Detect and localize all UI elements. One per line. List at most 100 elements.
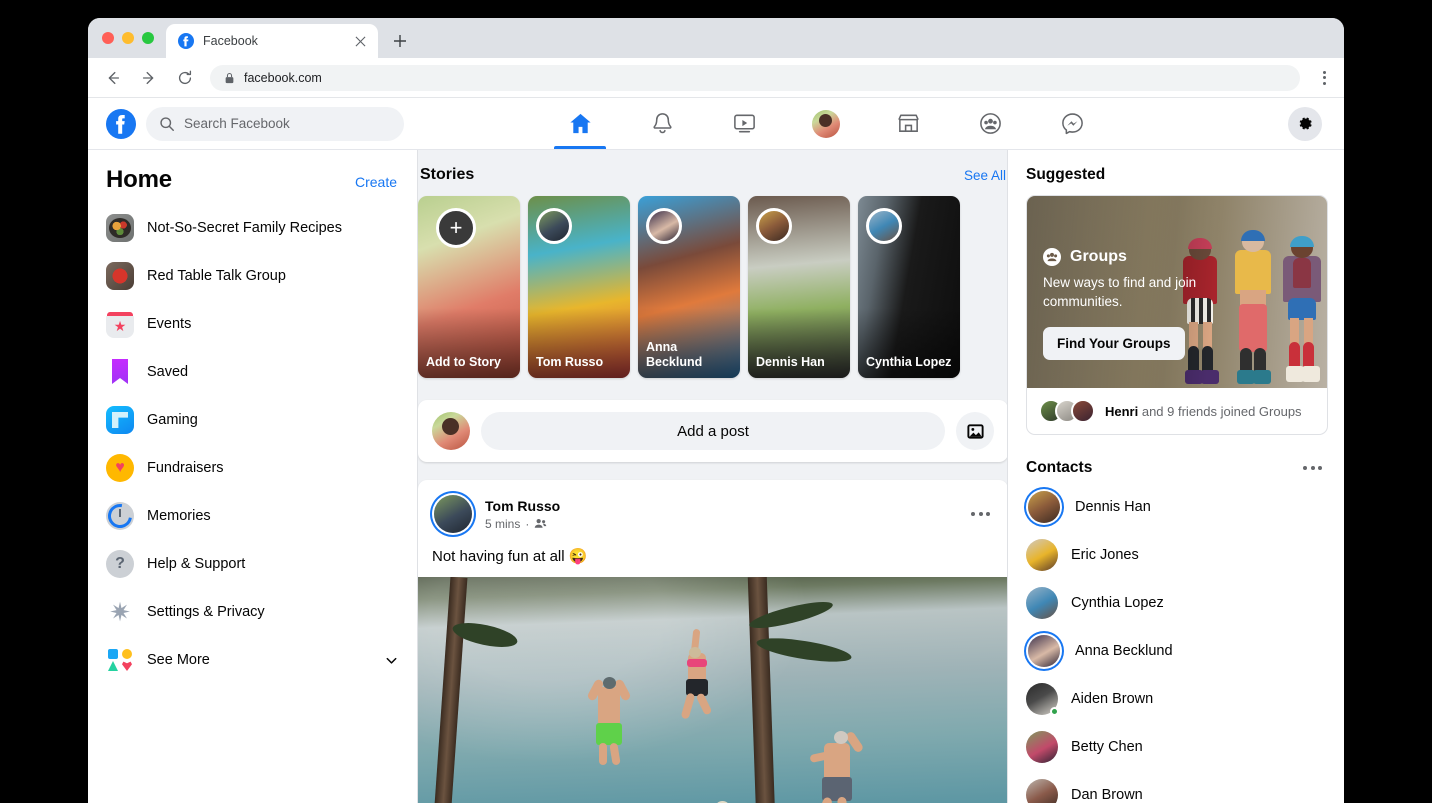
group-photo-icon	[106, 214, 134, 242]
post-image[interactable]	[418, 577, 1007, 803]
contact-name: Cynthia Lopez	[1071, 595, 1164, 611]
groups-description: New ways to find and join communities.	[1043, 273, 1207, 311]
sidebar-item-gaming[interactable]: Gaming	[106, 396, 401, 444]
groups-icon	[978, 111, 1003, 136]
lock-icon	[224, 72, 235, 84]
post-author[interactable]: Tom Russo	[485, 497, 960, 515]
story-avatar	[756, 208, 792, 244]
browser-toolbar: facebook.com	[88, 58, 1344, 98]
nav-tab-home[interactable]	[551, 98, 609, 149]
minimize-window-button[interactable]	[122, 32, 134, 44]
sidebar-item-label: Red Table Talk Group	[147, 268, 401, 284]
story-card-anna-becklund[interactable]: Anna Becklund	[638, 196, 740, 378]
chevron-down-icon[interactable]	[381, 653, 401, 668]
story-card-add-to-story[interactable]: + Add to Story	[418, 196, 520, 378]
sidebar-item-events[interactable]: Events	[106, 300, 401, 348]
contact-row[interactable]: Dan Brown	[1026, 771, 1328, 803]
sidebar-header: Home Create	[106, 166, 401, 194]
nav-tab-profile[interactable]	[797, 98, 855, 149]
nav-tab-messenger[interactable]	[1043, 98, 1101, 149]
facebook-logo-icon[interactable]	[106, 109, 136, 139]
contacts-title: Contacts	[1026, 459, 1092, 477]
story-card-dennis-han[interactable]: Dennis Han	[748, 196, 850, 378]
post-separator: ·	[525, 516, 529, 532]
forward-arrow-icon[interactable]	[138, 67, 160, 89]
maximize-window-button[interactable]	[142, 32, 154, 44]
nav-tab-notifications[interactable]	[633, 98, 691, 149]
contacts-header: Contacts	[1026, 459, 1328, 477]
address-bar-text: facebook.com	[244, 71, 322, 85]
address-bar[interactable]: facebook.com	[210, 65, 1300, 91]
sidebar-item-settings-privacy[interactable]: Settings & Privacy	[106, 588, 401, 636]
new-tab-button[interactable]	[386, 27, 414, 55]
bookmark-icon	[106, 358, 134, 386]
sidebar-item-recipes[interactable]: Not-So-Secret Family Recipes	[106, 204, 401, 252]
nav-tab-marketplace[interactable]	[879, 98, 937, 149]
shapes-icon	[106, 646, 134, 674]
add-story-plus-icon[interactable]: +	[436, 208, 476, 248]
story-card-cynthia-lopez[interactable]: Cynthia Lopez	[858, 196, 960, 378]
contact-name: Dennis Han	[1075, 499, 1151, 515]
post-composer: Add a post	[418, 400, 1007, 462]
contact-row[interactable]: Dennis Han	[1026, 483, 1328, 531]
story-avatar	[646, 208, 682, 244]
photo-icon[interactable]	[956, 412, 994, 450]
facebook-icon	[178, 33, 194, 49]
sidebar-item-memories[interactable]: Memories	[106, 492, 401, 540]
avatar	[1026, 779, 1058, 803]
sidebar-item-see-more[interactable]: See More	[106, 636, 401, 684]
close-window-button[interactable]	[102, 32, 114, 44]
kebab-menu-icon[interactable]	[1314, 71, 1334, 85]
more-options-icon[interactable]	[1303, 466, 1322, 470]
contact-row[interactable]: Betty Chen	[1026, 723, 1328, 771]
contact-row[interactable]: Anna Becklund	[1026, 627, 1328, 675]
contact-row[interactable]: Eric Jones	[1026, 531, 1328, 579]
video-icon	[732, 111, 757, 136]
avatar[interactable]	[434, 495, 472, 533]
more-options-icon[interactable]	[971, 512, 994, 516]
post-timestamp: 5 mins	[485, 516, 520, 532]
story-avatar	[866, 208, 902, 244]
close-icon[interactable]	[352, 33, 368, 49]
sidebar-item-red-table-talk[interactable]: Red Table Talk Group	[106, 252, 401, 300]
see-all-link[interactable]: See All	[964, 168, 1006, 183]
stories-row: + Add to Story Tom Russo Anna Becklund	[418, 196, 1007, 378]
story-card-tom-russo[interactable]: Tom Russo	[528, 196, 630, 378]
sidebar-item-label: Gaming	[147, 412, 401, 428]
add-post-placeholder: Add a post	[677, 423, 749, 440]
avatar-icon	[812, 110, 840, 138]
stories-header: Stories See All	[418, 166, 1007, 184]
contact-row[interactable]: Aiden Brown	[1026, 675, 1328, 723]
sidebar-item-saved[interactable]: Saved	[106, 348, 401, 396]
suggested-groups-card[interactable]: Groups New ways to find and join communi…	[1026, 195, 1328, 435]
gear-icon[interactable]	[1288, 107, 1322, 141]
facebook-top-nav: Search Facebook	[88, 98, 1344, 150]
avatar[interactable]	[432, 412, 470, 450]
sidebar-item-label: Events	[147, 316, 401, 332]
browser-tab-strip: Facebook	[88, 18, 1344, 58]
search-icon	[159, 116, 175, 132]
nav-tab-groups[interactable]	[961, 98, 1019, 149]
avatar-stack	[1039, 399, 1095, 423]
contact-name: Anna Becklund	[1075, 643, 1173, 659]
browser-tab[interactable]: Facebook	[166, 24, 378, 58]
nav-tab-watch[interactable]	[715, 98, 773, 149]
messenger-icon	[1060, 111, 1085, 136]
find-your-groups-button[interactable]: Find Your Groups	[1043, 327, 1185, 360]
group-photo-icon	[106, 262, 134, 290]
search-input[interactable]: Search Facebook	[146, 107, 404, 141]
reload-icon[interactable]	[174, 67, 196, 89]
sidebar-item-help-support[interactable]: Help & Support	[106, 540, 401, 588]
suggested-title: Suggested	[1026, 166, 1328, 184]
contact-row[interactable]: Cynthia Lopez	[1026, 579, 1328, 627]
sidebar-item-fundraisers[interactable]: Fundraisers	[106, 444, 401, 492]
tree-branch	[755, 634, 853, 667]
contact-name: Aiden Brown	[1071, 691, 1153, 707]
social-proof-text: Henri and 9 friends joined Groups	[1105, 404, 1302, 419]
post-text: Not having fun at all 😜	[418, 543, 1007, 577]
back-arrow-icon[interactable]	[102, 67, 124, 89]
create-link[interactable]: Create	[355, 174, 397, 190]
post-emoji: 😜	[569, 548, 588, 565]
add-post-input[interactable]: Add a post	[481, 412, 945, 450]
post-header: Tom Russo 5 mins ·	[418, 480, 1007, 543]
